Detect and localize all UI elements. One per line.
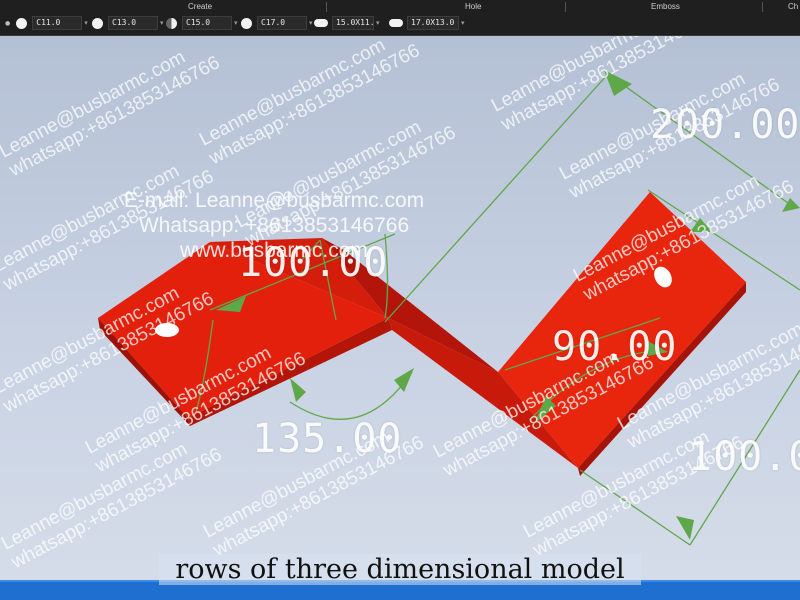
circle-hole-icon	[241, 17, 252, 29]
circle-hole-icon	[16, 17, 28, 29]
hole-tool-c13[interactable]: C13.0 ▾	[92, 15, 164, 31]
ribbon-toolbar: Create Hole Emboss Ch ● C11.0 ▾ C13.0 ▾ …	[0, 0, 800, 36]
hole-tool-c11[interactable]: ● C11.0 ▾	[5, 15, 88, 31]
circle-hole-icon	[92, 17, 103, 29]
ribbon-group-divider	[762, 2, 763, 12]
model-viewport[interactable]: 200.00 100.00 90.00 135.00 100.0 E-mail:…	[0, 36, 800, 580]
hole-size-field[interactable]: C11.0	[32, 16, 83, 30]
hole-size-field[interactable]: 17.0X13.0	[407, 16, 459, 30]
hole-size-field[interactable]: C13.0	[108, 16, 158, 30]
dropdown-arrow-icon[interactable]: ▾	[309, 19, 313, 27]
app-window: Create Hole Emboss Ch ● C11.0 ▾ C13.0 ▾ …	[0, 0, 800, 600]
hole-size-field[interactable]: C17.0	[257, 16, 307, 30]
hole-tool-oblong-15x11[interactable]: 15.0X11.0 ▾	[314, 15, 380, 31]
hole-tool-c17[interactable]: C17.0 ▾	[241, 15, 313, 31]
hole-tools-row: ● C11.0 ▾ C13.0 ▾ C15.0 ▾ C17.0 ▾ 15.0X1…	[0, 15, 800, 33]
partial-circle-icon	[166, 17, 177, 29]
ribbon-group-divider	[565, 2, 566, 12]
ribbon-group-ch-label: Ch	[788, 2, 799, 11]
dropdown-arrow-icon[interactable]: ▾	[160, 19, 164, 27]
ribbon-group-hole-label: Hole	[465, 2, 482, 11]
dropdown-arrow-icon[interactable]: ▾	[376, 19, 380, 27]
contact-website: www.busbarmc.com	[180, 239, 368, 262]
hole-size-field[interactable]: 15.0X11.0	[332, 16, 374, 30]
oblong-hole-icon	[314, 19, 328, 27]
dropdown-arrow-icon[interactable]: ▾	[84, 19, 88, 27]
dropdown-arrow-icon[interactable]: ▾	[234, 19, 238, 27]
dropdown-arrow-icon[interactable]: ▾	[461, 19, 465, 27]
video-subtitle-text: rows of three dimensional model	[159, 554, 641, 585]
hole-size-field[interactable]: C15.0	[182, 16, 232, 30]
ribbon-group-emboss-label: Emboss	[651, 2, 680, 11]
ribbon-group-create-label: Create	[188, 2, 213, 11]
tool-marker-icon: ●	[5, 19, 11, 27]
oblong-hole-icon	[389, 19, 403, 27]
video-subtitle: rows of three dimensional model	[0, 554, 800, 585]
ribbon-group-divider	[326, 2, 327, 12]
hole-tool-c15[interactable]: C15.0 ▾	[166, 15, 238, 31]
hole-tool-oblong-17x13[interactable]: 17.0X13.0 ▾	[389, 15, 465, 31]
